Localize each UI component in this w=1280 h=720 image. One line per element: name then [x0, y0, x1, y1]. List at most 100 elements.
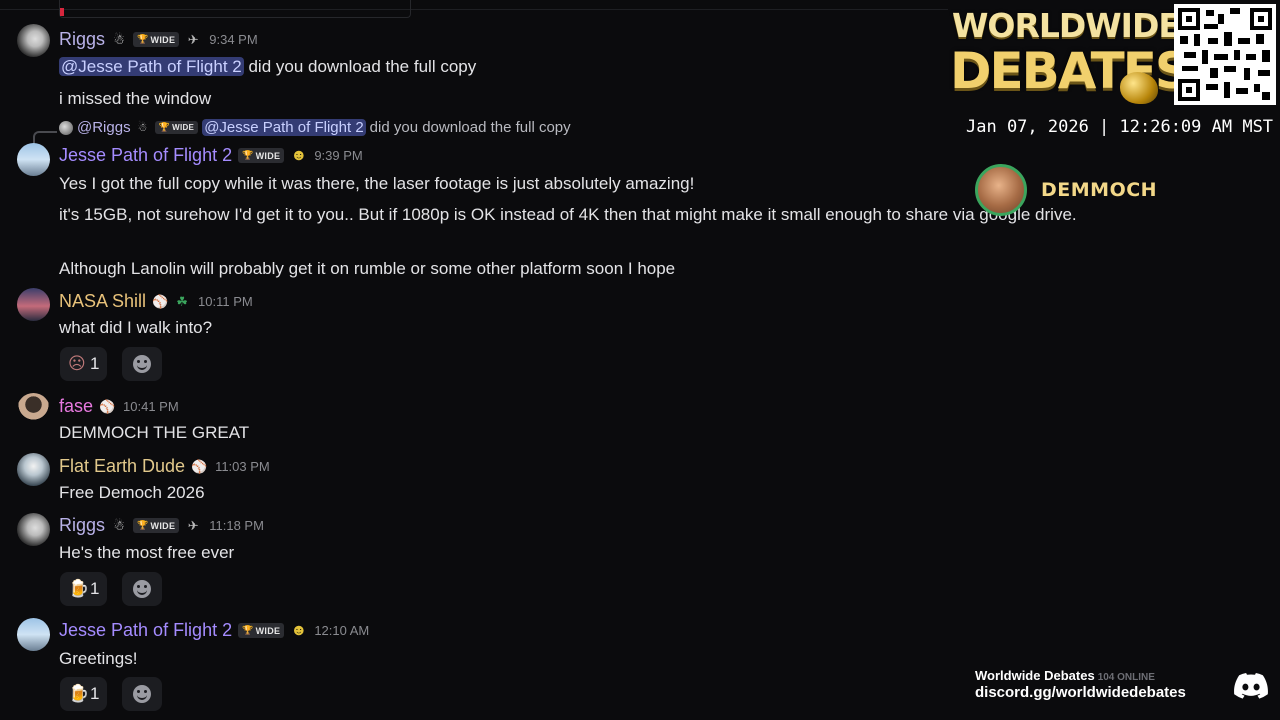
server-tag-badge: 🏆 WIDE	[154, 121, 199, 134]
face-emoji-icon: ☹	[68, 354, 86, 373]
reply-preview[interactable]: @Riggs ☃ 🏆 WIDE @Jesse Path of Flight 2 d…	[59, 119, 571, 136]
bat-icon: ⚾	[99, 398, 116, 414]
reaction-chip[interactable]: 🍺 1	[60, 677, 108, 711]
username[interactable]: Riggs	[59, 515, 105, 536]
add-reaction-button[interactable]	[122, 572, 162, 606]
message-text: i missed the window	[59, 89, 212, 108]
username[interactable]: Jesse Path of Flight 2	[59, 620, 232, 641]
message-header: NASA Shill ⚾ ☘ 10:11 PM	[59, 291, 253, 312]
timestamp: 9:34 PM	[209, 32, 258, 47]
message-header: Riggs ☃ 🏆 WIDE ✈ 9:34 PM	[59, 29, 258, 50]
add-reaction-icon	[133, 685, 151, 703]
server-name: Worldwide Debates	[975, 668, 1095, 683]
username[interactable]: Flat Earth Dude	[59, 456, 185, 477]
server-tag-badge[interactable]: 🏆 WIDE	[238, 148, 285, 163]
message-text: Free Democh 2026	[59, 483, 205, 502]
badge-label: WIDE	[150, 34, 176, 45]
reply-text: did you download the full copy	[369, 119, 571, 136]
reply-author[interactable]: @Riggs	[77, 119, 131, 136]
message-text: Greetings!	[59, 649, 138, 668]
message-header: Jesse Path of Flight 2 🏆 WIDE ☻ 12:10 AM	[59, 620, 369, 641]
boxing-glove-icon	[1120, 72, 1158, 104]
avatar[interactable]	[17, 143, 50, 176]
timestamp: 11:03 PM	[215, 459, 270, 474]
username[interactable]: fase	[59, 396, 93, 417]
message-header: Riggs ☃ 🏆 WIDE ✈ 11:18 PM	[59, 515, 264, 536]
bat-icon: ⚾	[191, 458, 208, 474]
add-reaction-icon	[133, 580, 151, 598]
server-footer: Worldwide Debates 104 ONLINE discord.gg/w…	[975, 668, 1186, 701]
avatar[interactable]	[17, 513, 50, 546]
discord-icon	[1234, 673, 1268, 699]
avatar[interactable]	[17, 453, 50, 486]
add-reaction-icon	[133, 355, 151, 373]
clock-readout: Jan 07, 2026 | 12:26:09 AM MST	[966, 117, 1274, 137]
cannon-icon: ✈	[187, 31, 199, 47]
brand-logo: WORLDWIDE DEBATES	[950, 4, 1191, 104]
qr-finder	[1178, 8, 1200, 30]
user-mention[interactable]: @Jesse Path of Flight 2	[202, 119, 366, 136]
reaction-chip[interactable]: 🍺 1	[60, 572, 108, 606]
badge-label: WIDE	[255, 150, 281, 161]
timestamp: 10:41 PM	[123, 399, 179, 414]
badge-label: WIDE	[172, 123, 195, 132]
speaker-name: DEMMOCH	[1041, 179, 1158, 201]
cannon-icon: ✈	[187, 517, 199, 533]
message-text: @Jesse Path of Flight 2 did you download…	[59, 57, 476, 77]
add-reaction-button[interactable]	[122, 677, 162, 711]
snowman-icon: ☃	[113, 31, 125, 47]
message-text: He's the most free ever	[59, 543, 235, 562]
snowman-icon: ☃	[113, 517, 125, 533]
server-tag-badge[interactable]: 🏆 WIDE	[133, 518, 180, 533]
timestamp: 12:10 AM	[314, 623, 370, 638]
server-tag-badge[interactable]: 🏆 WIDE	[133, 32, 180, 47]
avatar[interactable]	[17, 24, 50, 57]
avatar[interactable]	[17, 288, 50, 321]
avatar	[59, 120, 73, 135]
message-text: Yes I got the full copy while it was the…	[59, 174, 695, 193]
username[interactable]: NASA Shill	[59, 291, 146, 312]
trophy-icon: 🏆	[242, 625, 254, 635]
embed-preview[interactable]	[59, 0, 411, 18]
server-info: Worldwide Debates 104 ONLINE	[975, 668, 1186, 683]
invite-link[interactable]: discord.gg/worldwidedebates	[975, 684, 1186, 701]
server-tag-badge[interactable]: 🏆 WIDE	[238, 623, 285, 638]
username[interactable]: Jesse Path of Flight 2	[59, 145, 232, 166]
message-header: Flat Earth Dude ⚾ 11:03 PM	[59, 456, 270, 477]
timestamp: 11:18 PM	[209, 518, 264, 533]
message-header: fase ⚾ 10:41 PM	[59, 396, 179, 417]
message-text: what did I walk into?	[59, 318, 213, 337]
avatar[interactable]	[17, 393, 50, 426]
message-text-body: did you download the full copy	[243, 57, 477, 76]
speaker-avatar	[975, 164, 1027, 216]
reaction-chip[interactable]: ☹ 1	[60, 347, 108, 381]
message-header: Jesse Path of Flight 2 🏆 WIDE ☻ 9:39 PM	[59, 145, 363, 166]
reaction-count: 1	[90, 579, 100, 598]
beer-icon: 🍺	[68, 684, 90, 703]
snowman-icon: ☃	[137, 121, 148, 134]
message-text: DEMMOCH THE GREAT	[59, 423, 250, 442]
avatar[interactable]	[17, 618, 50, 651]
qr-finder	[1250, 8, 1272, 30]
add-reaction-button[interactable]	[122, 347, 162, 381]
badge-label: WIDE	[255, 625, 281, 636]
skull-icon: ☻	[290, 146, 308, 164]
timestamp: 10:11 PM	[198, 294, 253, 309]
trophy-icon: 🏆	[242, 150, 254, 160]
username[interactable]: Riggs	[59, 29, 105, 50]
timestamp: 9:39 PM	[314, 148, 363, 163]
user-mention[interactable]: @Jesse Path of Flight 2	[59, 57, 244, 76]
qr-finder	[1178, 79, 1200, 101]
trophy-icon: 🏆	[137, 34, 149, 44]
reaction-count: 1	[90, 684, 100, 703]
shamrock-icon: ☘	[176, 293, 188, 309]
message-text: it's 15GB, not surehow I'd get it to you…	[59, 205, 1077, 224]
trophy-icon: 🏆	[137, 520, 149, 530]
badge-label: WIDE	[150, 520, 176, 531]
brand-line-1: WORLDWIDE	[952, 6, 1181, 45]
skull-icon: ☻	[290, 621, 308, 639]
message-text: Although Lanolin will probably get it on…	[59, 259, 676, 278]
online-count: 104 ONLINE	[1097, 672, 1155, 683]
bat-icon: ⚾	[152, 293, 169, 309]
qr-code	[1174, 4, 1276, 105]
